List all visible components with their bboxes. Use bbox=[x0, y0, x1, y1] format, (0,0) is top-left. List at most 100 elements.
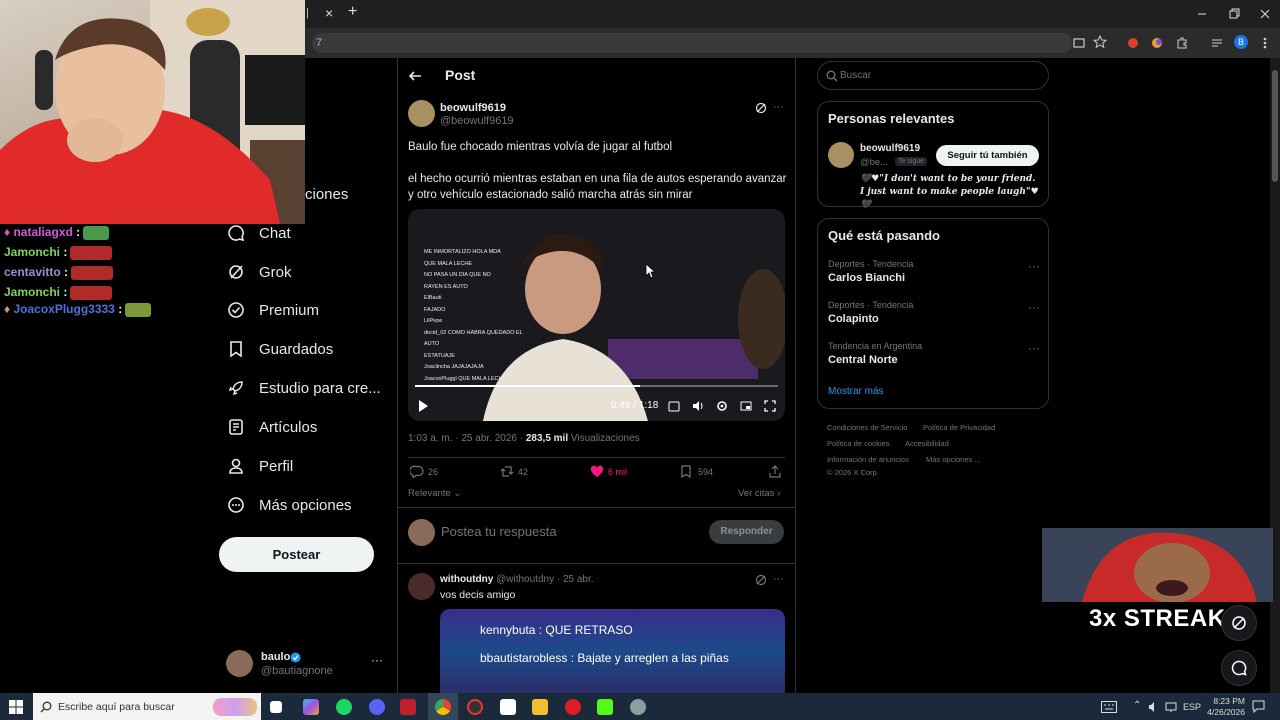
nav-item-articulos[interactable]: Artículos bbox=[227, 410, 317, 444]
trend-more-button[interactable]: ··· bbox=[1028, 259, 1040, 273]
scrollbar-thumb[interactable] bbox=[1272, 70, 1278, 182]
copilot-icon[interactable] bbox=[303, 699, 319, 715]
messages-floating-button[interactable] bbox=[1221, 650, 1257, 686]
language-indicator[interactable]: ESP bbox=[1183, 702, 1201, 712]
reply-author-name[interactable]: withoutdny bbox=[440, 574, 493, 585]
trend-item[interactable]: Tendencia en Argentina Central Norte ··· bbox=[828, 341, 1040, 366]
show-more-link[interactable]: Mostrar más bbox=[828, 386, 884, 397]
volume-icon[interactable] bbox=[692, 400, 705, 412]
relevant-person-handle[interactable]: @be... bbox=[860, 157, 888, 168]
tab-title-fragment[interactable]: | bbox=[306, 7, 309, 19]
tray-chevron-icon[interactable]: ⌃ bbox=[1133, 700, 1141, 711]
chrome-icon[interactable] bbox=[435, 699, 451, 715]
view-quotes-link[interactable]: Ver citas › bbox=[738, 488, 780, 499]
nav-item-grok[interactable]: Grok bbox=[227, 255, 292, 289]
notification-icon[interactable] bbox=[1252, 700, 1265, 713]
extension-red-icon[interactable] bbox=[1126, 36, 1140, 50]
trend-item[interactable]: Deportes · Tendencia Carlos Bianchi ··· bbox=[828, 259, 1040, 284]
reply-submit-button[interactable]: Responder bbox=[709, 520, 784, 544]
share-icon[interactable] bbox=[768, 465, 782, 478]
trend-more-button[interactable]: ··· bbox=[1028, 300, 1040, 314]
capcut-icon[interactable] bbox=[500, 699, 516, 715]
close-window-icon[interactable] bbox=[1259, 8, 1271, 20]
footer-link-accessibility[interactable]: Accesibilidad bbox=[905, 439, 949, 448]
taskbar-search[interactable]: Escribe aquí para buscar bbox=[33, 693, 261, 720]
taskbar-search-input[interactable]: Escribe aquí para buscar bbox=[58, 701, 175, 713]
app-globe-icon[interactable] bbox=[630, 699, 646, 715]
avatar[interactable] bbox=[408, 573, 435, 600]
post-more-button[interactable]: ··· bbox=[773, 101, 784, 113]
windows-start-icon[interactable] bbox=[9, 700, 23, 714]
file-explorer-icon[interactable] bbox=[532, 699, 548, 715]
nav-item-guardados[interactable]: Guardados bbox=[227, 332, 333, 366]
search-input[interactable]: Buscar bbox=[840, 70, 871, 81]
search-box[interactable]: Buscar bbox=[817, 61, 1049, 90]
reply-image[interactable]: kennybuta : QUE RETRASO bbautistarobless… bbox=[440, 609, 785, 693]
post-button[interactable]: Postear bbox=[219, 537, 374, 572]
account-switcher[interactable]: baulo @bautiagnone ··· bbox=[226, 649, 391, 679]
reply-input[interactable]: Postea tu respuesta bbox=[441, 524, 557, 539]
nav-item-estudio[interactable]: Estudio para cre... bbox=[227, 371, 381, 405]
reply-date[interactable]: · 25 abr. bbox=[557, 574, 594, 585]
nav-item-chat[interactable]: Chat bbox=[227, 216, 291, 250]
nav-item-perfil[interactable]: Perfil bbox=[227, 449, 293, 483]
reply-author-handle[interactable]: @withoutdny bbox=[496, 574, 554, 585]
bookmark-star-icon[interactable] bbox=[1093, 35, 1107, 49]
captions-icon[interactable] bbox=[668, 401, 680, 412]
video-progress-track[interactable] bbox=[415, 385, 778, 387]
fullscreen-icon[interactable] bbox=[764, 400, 776, 412]
repost-stat[interactable]: 42 bbox=[500, 465, 528, 478]
extension-color-icon[interactable] bbox=[1150, 36, 1164, 50]
url-field[interactable]: 7 bbox=[312, 33, 1072, 53]
picture-in-picture-icon[interactable] bbox=[740, 400, 752, 412]
post-author-name[interactable]: beowulf9619 bbox=[440, 102, 506, 114]
opera-icon[interactable] bbox=[565, 699, 581, 715]
install-app-icon[interactable] bbox=[1072, 36, 1086, 50]
follow-back-button[interactable]: Seguir tú también bbox=[936, 145, 1039, 166]
obs-icon[interactable] bbox=[467, 699, 483, 715]
back-arrow-icon[interactable] bbox=[408, 69, 422, 83]
taskbar-clock[interactable]: 8:23 PM 4/26/2026 bbox=[1203, 696, 1245, 718]
grok-icon[interactable] bbox=[755, 574, 767, 586]
extensions-puzzle-icon[interactable] bbox=[1175, 36, 1189, 50]
settings-gear-icon[interactable] bbox=[716, 400, 728, 412]
bookmark-stat[interactable]: 594 bbox=[680, 465, 713, 478]
spotify-icon[interactable] bbox=[336, 699, 352, 715]
video-player[interactable]: ME INMORTALIZO HOLA MDA QUE MALA LECHE N… bbox=[408, 209, 785, 421]
restore-icon[interactable] bbox=[1228, 8, 1240, 20]
footer-link-ads[interactable]: Información de anuncios bbox=[827, 455, 909, 464]
tab-close-button[interactable]: × bbox=[325, 5, 333, 21]
trend-more-button[interactable]: ··· bbox=[1028, 341, 1040, 355]
network-icon[interactable] bbox=[1165, 701, 1177, 713]
volume-icon[interactable] bbox=[1148, 701, 1160, 713]
like-stat[interactable]: 6 mil bbox=[590, 465, 627, 478]
relevant-person-name[interactable]: beowulf9619 bbox=[860, 143, 920, 154]
sort-dropdown[interactable]: Relevante ⌄ bbox=[408, 488, 461, 499]
profile-avatar[interactable]: B bbox=[1234, 35, 1248, 49]
nav-partial-item[interactable]: ciones bbox=[305, 186, 348, 203]
trend-item[interactable]: Deportes · Tendencia Colapinto ··· bbox=[828, 300, 1040, 325]
footer-link-cookies[interactable]: Política de cookies bbox=[827, 439, 890, 448]
discord-icon[interactable] bbox=[369, 699, 385, 715]
play-icon[interactable] bbox=[417, 399, 429, 413]
reply-stat[interactable]: 26 bbox=[410, 465, 438, 478]
new-tab-button[interactable]: + bbox=[348, 3, 357, 21]
footer-link-terms[interactable]: Condiciones de Servicio bbox=[827, 423, 907, 432]
minimize-icon[interactable] bbox=[1196, 8, 1208, 20]
app-red-icon[interactable] bbox=[400, 699, 416, 715]
avatar[interactable] bbox=[828, 142, 854, 168]
grok-icon[interactable] bbox=[755, 102, 767, 114]
footer-link-more[interactable]: Más opciones ... bbox=[926, 455, 981, 464]
browser-menu-icon[interactable] bbox=[1260, 36, 1270, 50]
keyboard-icon[interactable] bbox=[1101, 701, 1117, 713]
avatar[interactable] bbox=[408, 100, 435, 127]
task-view-icon[interactable] bbox=[270, 701, 282, 713]
nav-item-mas-opciones[interactable]: Más opciones bbox=[227, 488, 352, 522]
kick-icon[interactable] bbox=[597, 699, 613, 715]
post-timestamp[interactable]: 1:03 a. m. · 25 abr. 2026 · bbox=[408, 433, 523, 444]
grok-floating-button[interactable] bbox=[1221, 605, 1257, 641]
nav-item-premium[interactable]: Premium bbox=[227, 293, 319, 327]
reply-more-button[interactable]: ··· bbox=[773, 573, 784, 585]
reading-list-icon[interactable] bbox=[1210, 36, 1224, 50]
account-more-button[interactable]: ··· bbox=[371, 653, 383, 667]
